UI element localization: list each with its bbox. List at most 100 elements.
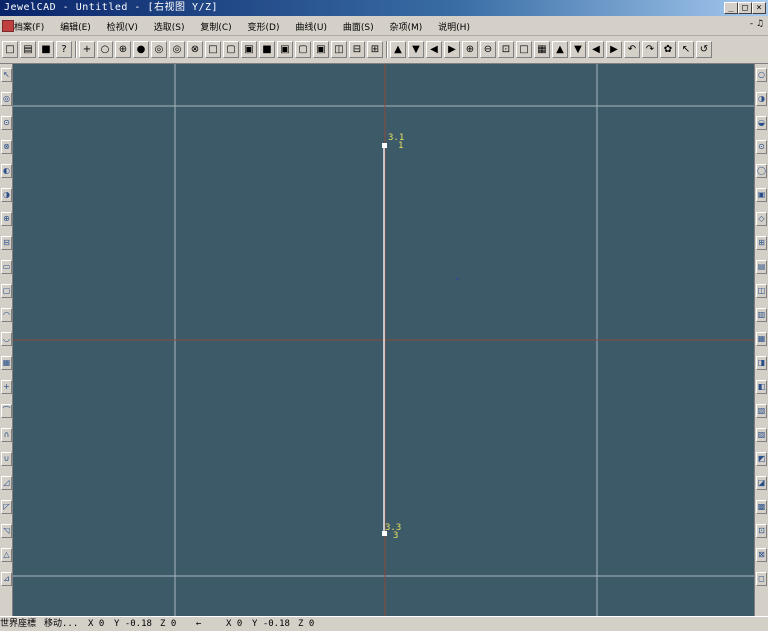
left-tool-icon[interactable]: ◑ [1, 188, 12, 202]
left-tool-icon[interactable]: ∩ [1, 428, 12, 442]
left-tool-icon[interactable]: ⊟ [1, 236, 12, 250]
right-icon[interactable]: ▶ [444, 41, 460, 58]
open-icon[interactable]: ▤ [20, 41, 36, 58]
app-system-icon[interactable] [2, 20, 14, 32]
render-icon[interactable]: ✿ [660, 41, 676, 58]
menu-select[interactable]: 选取(S) [154, 23, 185, 33]
left-tool-icon[interactable]: ⊕ [1, 212, 12, 226]
zoom-out-icon[interactable]: ⊖ [480, 41, 496, 58]
view4-icon[interactable]: ▣ [277, 41, 293, 58]
right-tool-icon[interactable]: ⊙ [756, 140, 767, 154]
left-tool-icon[interactable]: △ [1, 548, 12, 562]
sphere-filled-icon[interactable]: ● [133, 41, 149, 58]
menu-file[interactable]: 档案(F) [14, 23, 44, 33]
right-tool-icon[interactable]: ◫ [756, 284, 767, 298]
save-icon[interactable]: ■ [38, 41, 54, 58]
viewport-canvas[interactable]: 3.1 1 3.3 3 [13, 64, 754, 616]
ring-icon[interactable]: ◎ [151, 41, 167, 58]
right-tool-icon[interactable]: ◯ [756, 164, 767, 178]
undo-icon[interactable]: ↺ [696, 41, 712, 58]
left-tool-icon[interactable]: ◎ [1, 92, 12, 106]
right-tool-icon[interactable]: ▧ [756, 404, 767, 418]
right-view-viewport[interactable]: 3.1 1 3.3 3 [13, 64, 754, 616]
view2-icon[interactable]: ▣ [241, 41, 257, 58]
right-tool-icon[interactable]: ◻ [756, 572, 767, 586]
left-tool-icon[interactable]: ∪ [1, 452, 12, 466]
point-icon[interactable]: + [79, 41, 95, 58]
right-tool-icon[interactable]: ◧ [756, 380, 767, 394]
rotate2-icon[interactable]: ↷ [642, 41, 658, 58]
menu-edit[interactable]: 编辑(E) [60, 23, 91, 33]
left-tool-icon[interactable]: ⊗ [1, 140, 12, 154]
maximize-button[interactable]: □ [738, 2, 752, 14]
sphere-icon[interactable]: ⊕ [115, 41, 131, 58]
left-tool-icon[interactable]: ▦ [1, 356, 12, 370]
left-tool-icon[interactable]: ◸ [1, 500, 12, 514]
right-tool-icon[interactable]: ▩ [756, 500, 767, 514]
right-tool-icon[interactable]: ◒ [756, 116, 767, 130]
right-tool-icon[interactable]: ◪ [756, 476, 767, 490]
control-point-top[interactable] [382, 143, 387, 148]
view-icon[interactable]: ▢ [223, 41, 239, 58]
right-tool-icon[interactable]: ◨ [756, 356, 767, 370]
minimize-button[interactable]: _ [724, 2, 738, 14]
view6-icon[interactable]: ▣ [313, 41, 329, 58]
left-tool-icon[interactable]: ◐ [1, 164, 12, 178]
help-icon[interactable]: ? [56, 41, 72, 58]
ring3-icon[interactable]: ⊗ [187, 41, 203, 58]
right-tool-icon[interactable]: ▤ [756, 260, 767, 274]
arrow-up-icon[interactable]: ▲ [552, 41, 568, 58]
left-tool-icon[interactable]: ▭ [1, 260, 12, 274]
right-tool-icon[interactable]: ▨ [756, 428, 767, 442]
arrow-right-icon[interactable]: ▶ [606, 41, 622, 58]
menu-misc[interactable]: 杂项(M) [390, 23, 423, 33]
right-tool-icon[interactable]: ◑ [756, 92, 767, 106]
right-tool-icon[interactable]: ⊞ [756, 236, 767, 250]
new-icon[interactable]: □ [2, 41, 18, 58]
right-tool-icon[interactable]: ▦ [756, 332, 767, 346]
left-tool-icon[interactable]: ⊙ [1, 116, 12, 130]
zoom-in-icon[interactable]: ⊕ [462, 41, 478, 58]
left-tool-icon[interactable]: ⊿ [1, 572, 12, 586]
circle-icon[interactable]: ○ [97, 41, 113, 58]
grid2-icon[interactable]: ⊞ [367, 41, 383, 58]
mdi-controls[interactable]: - ♫ [750, 19, 764, 29]
select-icon[interactable]: ↖ [678, 41, 694, 58]
right-tool-icon[interactable]: ⊡ [756, 524, 767, 538]
left-tool-icon[interactable]: ◿ [1, 476, 12, 490]
right-tool-icon[interactable]: ▥ [756, 308, 767, 322]
up-icon[interactable]: ▲ [390, 41, 406, 58]
arrow-left-icon[interactable]: ◀ [588, 41, 604, 58]
left-tool-icon[interactable]: ◹ [1, 524, 12, 538]
view5-icon[interactable]: ▢ [295, 41, 311, 58]
zoom-all-icon[interactable]: ▦ [534, 41, 550, 58]
right-tool-icon[interactable]: ⊠ [756, 548, 767, 562]
close-button[interactable]: × [752, 2, 766, 14]
right-tool-icon[interactable]: ◇ [756, 212, 767, 226]
left-tool-icon[interactable]: ▢ [1, 284, 12, 298]
view3-icon[interactable]: ■ [259, 41, 275, 58]
menu-deform[interactable]: 变形(D) [248, 23, 280, 33]
right-tool-icon[interactable]: ○ [756, 68, 767, 82]
right-tool-icon[interactable]: ▣ [756, 188, 767, 202]
left-tool-icon[interactable]: ↖ [1, 68, 12, 82]
menu-copy[interactable]: 复制(C) [200, 23, 231, 33]
down-icon[interactable]: ▼ [408, 41, 424, 58]
zoom-box-icon[interactable]: □ [516, 41, 532, 58]
left-icon[interactable]: ◀ [426, 41, 442, 58]
zoom-fit-icon[interactable]: ⊡ [498, 41, 514, 58]
ring2-icon[interactable]: ◎ [169, 41, 185, 58]
menu-curve[interactable]: 曲线(U) [295, 23, 327, 33]
right-tool-icon[interactable]: ◩ [756, 452, 767, 466]
menu-surface[interactable]: 曲面(S) [343, 23, 374, 33]
grid-icon[interactable]: ⊟ [349, 41, 365, 58]
split-icon[interactable]: ◫ [331, 41, 347, 58]
rotate-icon[interactable]: ↶ [624, 41, 640, 58]
arrow-down-icon[interactable]: ▼ [570, 41, 586, 58]
left-tool-icon[interactable]: ⌒ [1, 404, 12, 418]
left-tool-icon[interactable]: ◠ [1, 308, 12, 322]
menu-help[interactable]: 说明(H) [438, 23, 470, 33]
left-tool-icon[interactable]: + [1, 380, 12, 394]
menu-view[interactable]: 检视(V) [107, 23, 138, 33]
left-tool-icon[interactable]: ◡ [1, 332, 12, 346]
